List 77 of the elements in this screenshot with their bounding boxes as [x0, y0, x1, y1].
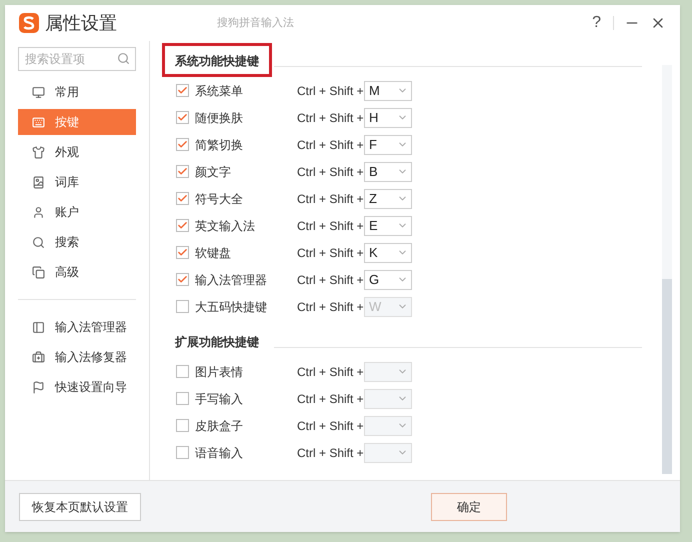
book-icon: [32, 176, 45, 188]
tool-link[interactable]: 输入法修复器: [18, 344, 136, 370]
flag-icon: [32, 380, 45, 394]
modifier-label: Ctrl + Shift +: [297, 110, 364, 126]
option-label: 输入法管理器: [195, 272, 268, 288]
tool-link[interactable]: 快速设置向导: [18, 374, 136, 400]
checkbox[interactable]: [176, 273, 189, 286]
logo-icon: [19, 13, 39, 33]
checkbox[interactable]: [176, 111, 189, 124]
checkbox[interactable]: [176, 392, 189, 405]
key-dropdown[interactable]: E: [364, 216, 412, 236]
checkbox[interactable]: [176, 246, 189, 259]
modifier-label: Ctrl + Shift +: [297, 418, 364, 434]
option-label: 手写输入: [195, 390, 244, 408]
modifier-label: Ctrl + Shift +: [297, 244, 364, 262]
section-title: 扩展功能快捷键: [175, 334, 259, 351]
modifier-label: Ctrl + Shift +: [297, 190, 364, 208]
nav-item[interactable]: 词库: [18, 169, 136, 195]
option-label: 皮肤盒子: [195, 418, 244, 434]
checkbox[interactable]: [176, 446, 189, 459]
checkbox[interactable]: [176, 419, 189, 432]
option-label: 图片表情: [195, 364, 244, 380]
modifier-label: Ctrl + Shift +: [297, 136, 364, 154]
key-dropdown[interactable]: B: [364, 162, 412, 182]
modifier-label: Ctrl + Shift +: [297, 298, 364, 316]
modifier-label: Ctrl + Shift +: [297, 390, 364, 408]
modifier-label: Ctrl + Shift +: [297, 272, 364, 288]
key-dropdown[interactable]: K: [364, 242, 412, 262]
copy-icon: [32, 266, 45, 278]
checkbox[interactable]: [176, 84, 189, 97]
ok-button[interactable]: 确定: [431, 492, 507, 520]
modifier-label: Ctrl + Shift +: [297, 164, 364, 180]
modifier-label: Ctrl + Shift +: [297, 364, 364, 380]
shirt-icon: [32, 146, 45, 158]
nav-item[interactable]: 账户: [18, 199, 136, 225]
option-label: 随便换肤: [195, 110, 244, 126]
scrollbar-thumb[interactable]: [662, 279, 672, 474]
nav-item[interactable]: 常用: [18, 79, 136, 105]
modifier-label: Ctrl + Shift +: [297, 82, 364, 100]
modifier-label: Ctrl + Shift +: [297, 218, 364, 234]
tool-link[interactable]: 输入法管理器: [18, 314, 136, 340]
reset-button[interactable]: 恢复本页默认设置: [19, 492, 141, 520]
window-title: 属性设置: [45, 12, 117, 34]
checkbox[interactable]: [176, 300, 189, 313]
search-icon: [117, 52, 130, 65]
help-button[interactable]: ?: [590, 11, 603, 35]
app-name: 搜狗拼音输入法: [217, 16, 294, 31]
toolbox-icon: [32, 350, 45, 364]
checkbox[interactable]: [176, 138, 189, 151]
checkbox[interactable]: [176, 192, 189, 205]
search-icon: [32, 236, 45, 248]
key-dropdown[interactable]: H: [364, 108, 412, 128]
checkbox[interactable]: [176, 165, 189, 178]
monitor-icon: [32, 86, 45, 98]
search-field[interactable]: 搜索设置项: [18, 47, 136, 71]
option-label: 颜文字: [195, 164, 232, 180]
nav-item[interactable]: 高级: [18, 259, 136, 285]
user-icon: [32, 206, 45, 218]
option-label: 大五码快捷键: [195, 298, 268, 316]
checkbox[interactable]: [176, 365, 189, 378]
key-dropdown[interactable]: G: [364, 270, 412, 290]
panel-icon: [32, 320, 45, 334]
modifier-label: Ctrl + Shift +: [297, 444, 364, 462]
section-title: 系统功能快捷键: [175, 53, 259, 70]
key-dropdown[interactable]: Z: [364, 188, 412, 208]
option-label: 英文输入法: [195, 218, 256, 234]
nav-item[interactable]: 外观: [18, 139, 136, 165]
keyboard-icon: [32, 116, 45, 128]
key-dropdown[interactable]: M: [364, 80, 412, 100]
option-label: 软键盘: [195, 244, 232, 262]
option-label: 简繁切换: [195, 136, 244, 154]
checkbox[interactable]: [176, 219, 189, 232]
key-dropdown[interactable]: F: [364, 134, 412, 154]
option-label: 系统菜单: [195, 82, 244, 100]
nav-item[interactable]: 搜索: [18, 229, 136, 255]
option-label: 符号大全: [195, 190, 244, 208]
option-label: 语音输入: [195, 444, 244, 462]
